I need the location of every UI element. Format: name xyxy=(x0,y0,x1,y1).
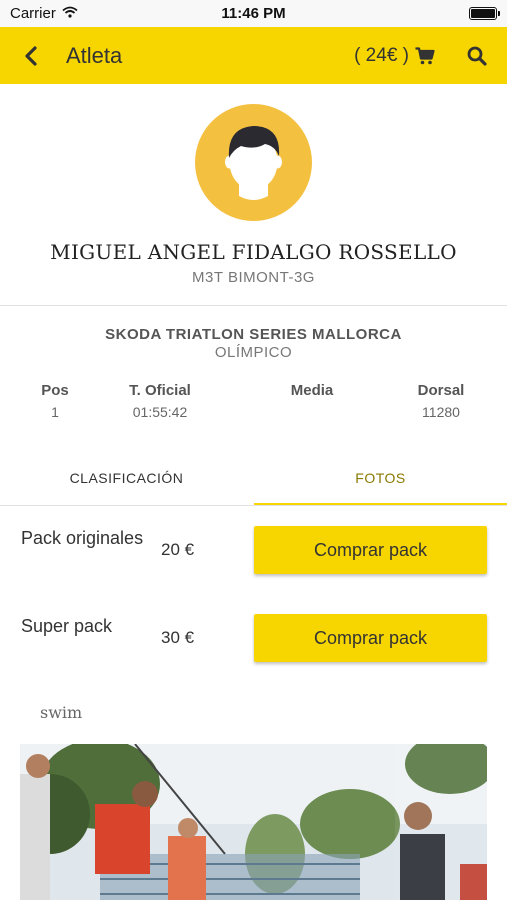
stat-header: T. Oficial xyxy=(129,382,191,399)
cart-total: ( 24€ ) xyxy=(354,44,409,66)
cart-icon xyxy=(415,46,435,64)
chevron-left-icon xyxy=(25,45,37,66)
event-distance: OLÍMPICO xyxy=(214,344,293,361)
status-left: Carrier xyxy=(10,5,78,22)
athlete-club: M3T BIMONT-3G xyxy=(192,269,315,286)
gallery-section-label: swim xyxy=(40,703,83,722)
stat-header: Media xyxy=(290,382,334,399)
stat-value: 01:55:42 xyxy=(132,404,188,420)
divider xyxy=(0,305,507,306)
stat-pos: Pos 1 xyxy=(0,382,115,420)
wifi-icon xyxy=(62,5,78,22)
nav-bar: Atleta ( 24€ ) xyxy=(0,27,507,84)
divider xyxy=(0,505,507,506)
cart-button[interactable]: ( 24€ ) xyxy=(354,45,435,67)
carrier-label: Carrier xyxy=(10,5,56,22)
stat-media: Media xyxy=(252,382,372,404)
event-name: SKODA TRIATLON SERIES MALLORCA xyxy=(105,326,402,343)
stat-dorsal: Dorsal 11280 xyxy=(381,382,501,420)
pack-price: 20 € xyxy=(161,540,195,559)
battery-icon xyxy=(469,7,500,20)
race-photo[interactable] xyxy=(20,744,487,900)
buy-pack-button[interactable]: Comprar pack xyxy=(254,526,487,574)
athlete-name: MIGUEL ANGEL FIDALGO ROSSELLO xyxy=(50,240,457,264)
stat-official-time: T. Oficial 01:55:42 xyxy=(100,382,220,420)
pack-name: Pack originales xyxy=(21,528,144,548)
buy-pack-button[interactable]: Comprar pack xyxy=(254,614,487,662)
tab-clasificacion[interactable]: CLASIFICACIÓN xyxy=(0,450,253,506)
stat-value: 11280 xyxy=(422,404,460,420)
stat-header: Pos xyxy=(41,382,69,399)
page-title: Atleta xyxy=(66,42,123,68)
stat-header: Dorsal xyxy=(417,382,465,399)
stat-value: 1 xyxy=(51,404,59,420)
pack-name: Super pack xyxy=(21,616,113,636)
tab-fotos[interactable]: FOTOS xyxy=(254,450,507,506)
pack-price: 30 € xyxy=(161,628,195,647)
avatar xyxy=(195,104,312,221)
status-bar: Carrier 11:46 PM xyxy=(0,0,507,27)
back-button[interactable] xyxy=(18,41,44,71)
search-button[interactable] xyxy=(465,44,489,68)
search-icon xyxy=(467,46,487,66)
